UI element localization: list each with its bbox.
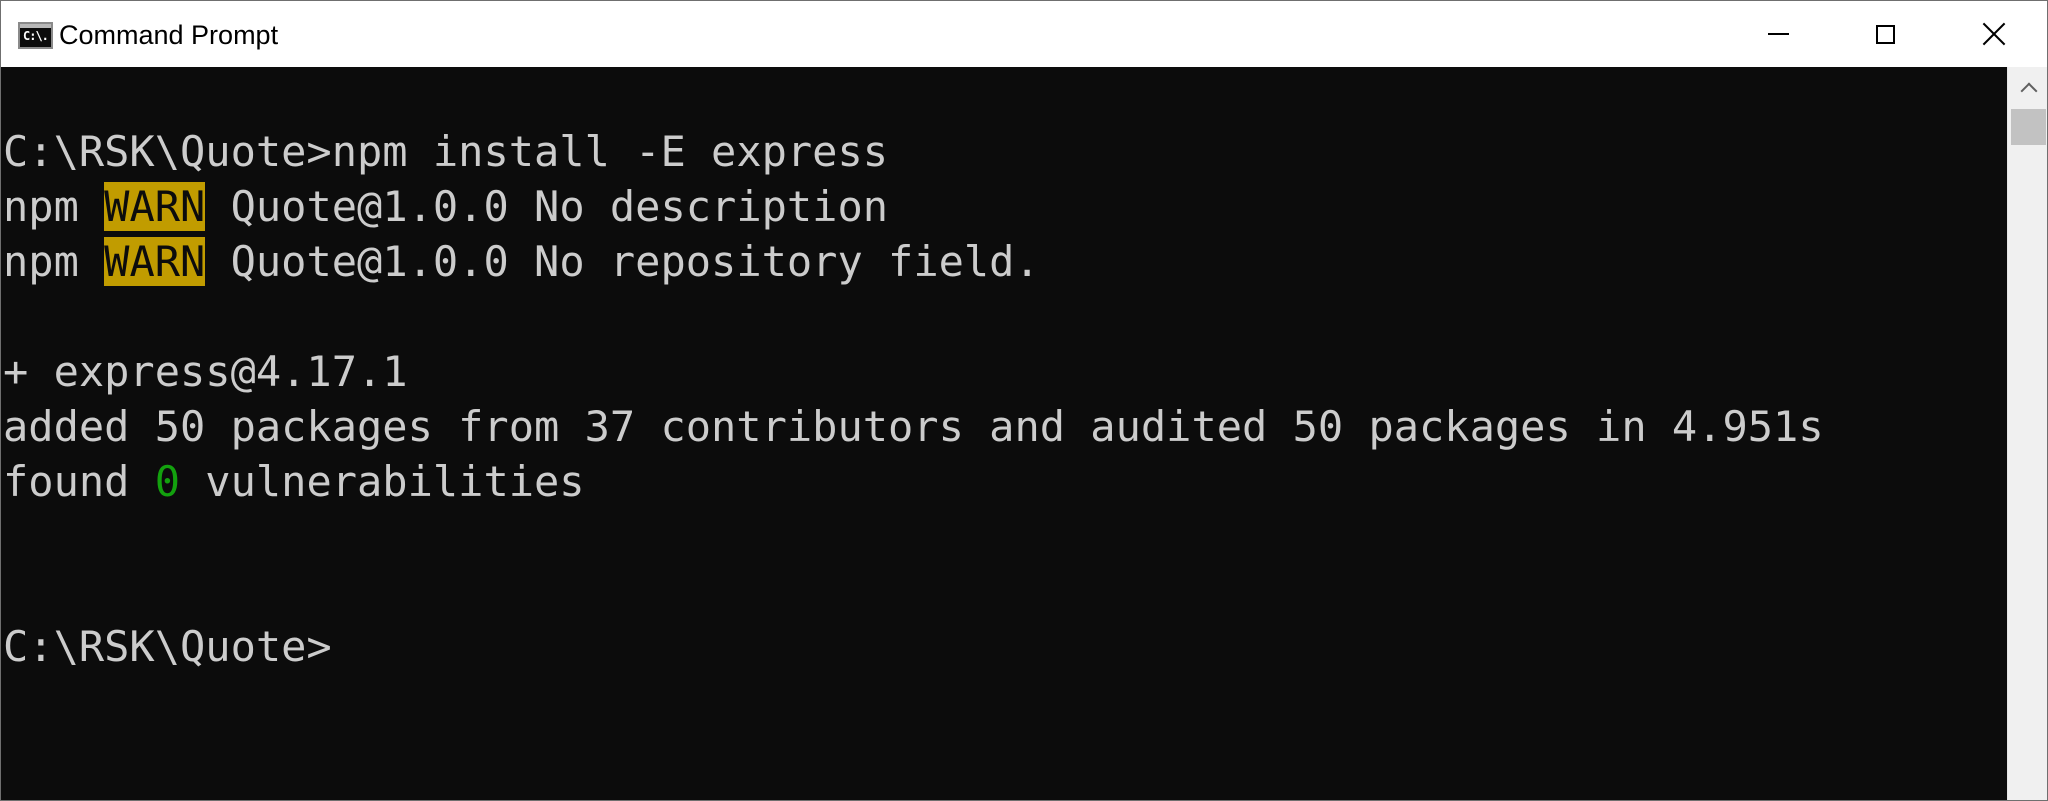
- warn-line-description: npm WARN Quote@1.0.0 No description: [3, 179, 888, 234]
- command-prompt-window: C:\. Command Prompt C:\RSK\Quote>npm ins…: [0, 0, 2048, 801]
- command-line: C:\RSK\Quote>npm install -E express: [3, 124, 888, 179]
- command-prompt-icon[interactable]: C:\.: [18, 22, 53, 49]
- close-icon: [1983, 23, 2005, 45]
- found-suffix: vulnerabilities: [180, 457, 585, 506]
- warn-message: Quote@1.0.0 No description: [205, 182, 889, 231]
- found-prefix: found: [3, 457, 155, 506]
- prompt-text: C:\RSK\Quote>: [3, 127, 332, 176]
- app-icon-label: C:\.: [23, 29, 49, 43]
- vulnerability-count: 0: [154, 457, 181, 506]
- warn-prefix: npm: [3, 237, 105, 286]
- install-summary-line: added 50 packages from 37 contributors a…: [3, 402, 1824, 451]
- minimize-icon: [1768, 33, 1789, 35]
- warn-message: Quote@1.0.0 No repository field.: [205, 237, 1040, 286]
- scrollbar-thumb[interactable]: [2011, 109, 2046, 145]
- warn-badge: WARN: [104, 182, 206, 231]
- window-title: Command Prompt: [59, 20, 279, 50]
- minimize-button[interactable]: [1725, 1, 1832, 67]
- console-output[interactable]: C:\RSK\Quote>npm install -E express npm …: [1, 67, 2007, 800]
- maximize-icon: [1876, 24, 1895, 44]
- warn-prefix: npm: [3, 182, 105, 231]
- chevron-up-icon: [2020, 82, 2037, 100]
- title-bar[interactable]: C:\. Command Prompt: [1, 1, 2047, 67]
- vulnerabilities-line: found 0 vulnerabilities: [3, 454, 585, 509]
- close-button[interactable]: [1939, 1, 2047, 67]
- warn-line-repository: npm WARN Quote@1.0.0 No repository field…: [3, 234, 1040, 289]
- scroll-up-button[interactable]: [2008, 67, 2047, 107]
- final-prompt-line: C:\RSK\Quote>: [3, 622, 332, 671]
- warn-badge: WARN: [104, 237, 206, 286]
- command-text: npm install -E express: [331, 127, 889, 176]
- vertical-scrollbar[interactable]: [2007, 67, 2047, 800]
- maximize-button[interactable]: [1832, 1, 1939, 67]
- added-package-line: + express@4.17.1: [3, 347, 408, 396]
